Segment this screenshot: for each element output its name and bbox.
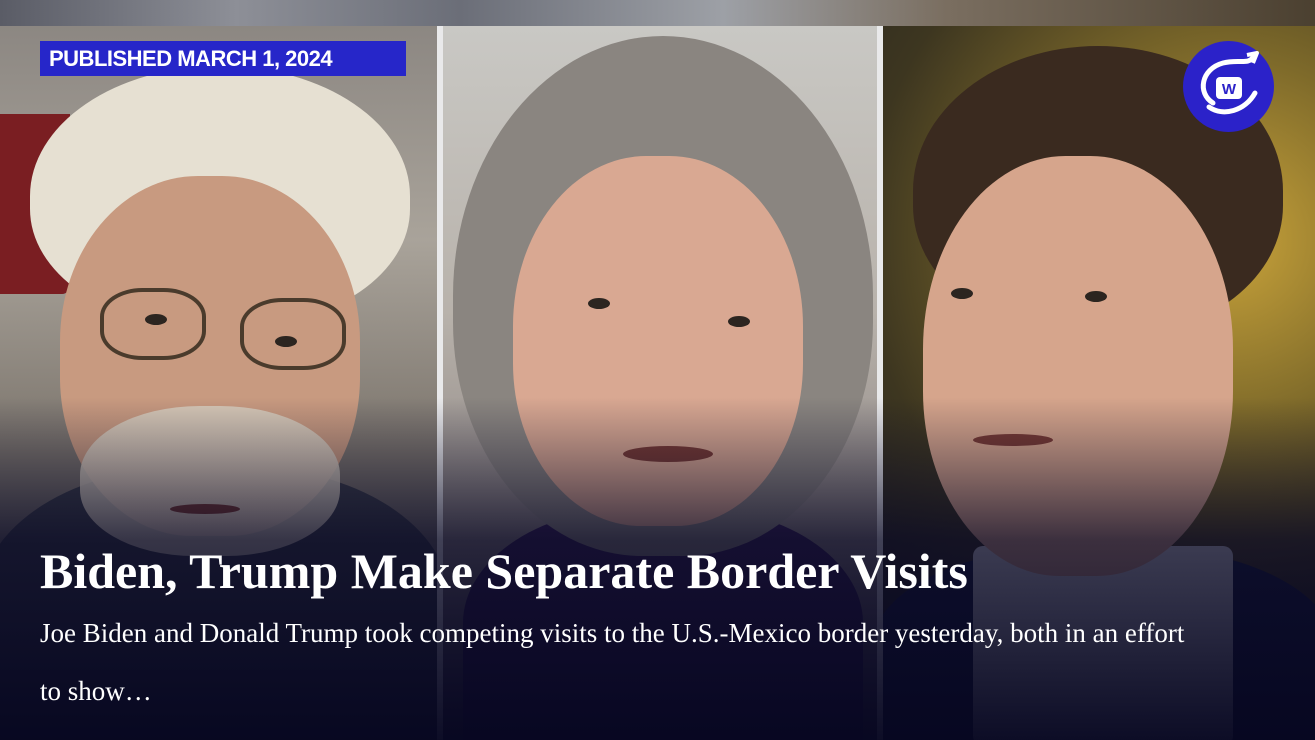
published-date-badge: PUBLISHED MARCH 1, 2024 [40, 41, 406, 76]
w-swoosh-logo-icon[interactable]: W [1183, 41, 1274, 132]
logo-letter: W [1222, 81, 1237, 98]
article-headline[interactable]: Biden, Trump Make Separate Border Visits [40, 540, 1280, 602]
top-image-strip [0, 0, 1315, 26]
article-summary: Joe Biden and Donald Trump took competin… [40, 618, 1185, 706]
